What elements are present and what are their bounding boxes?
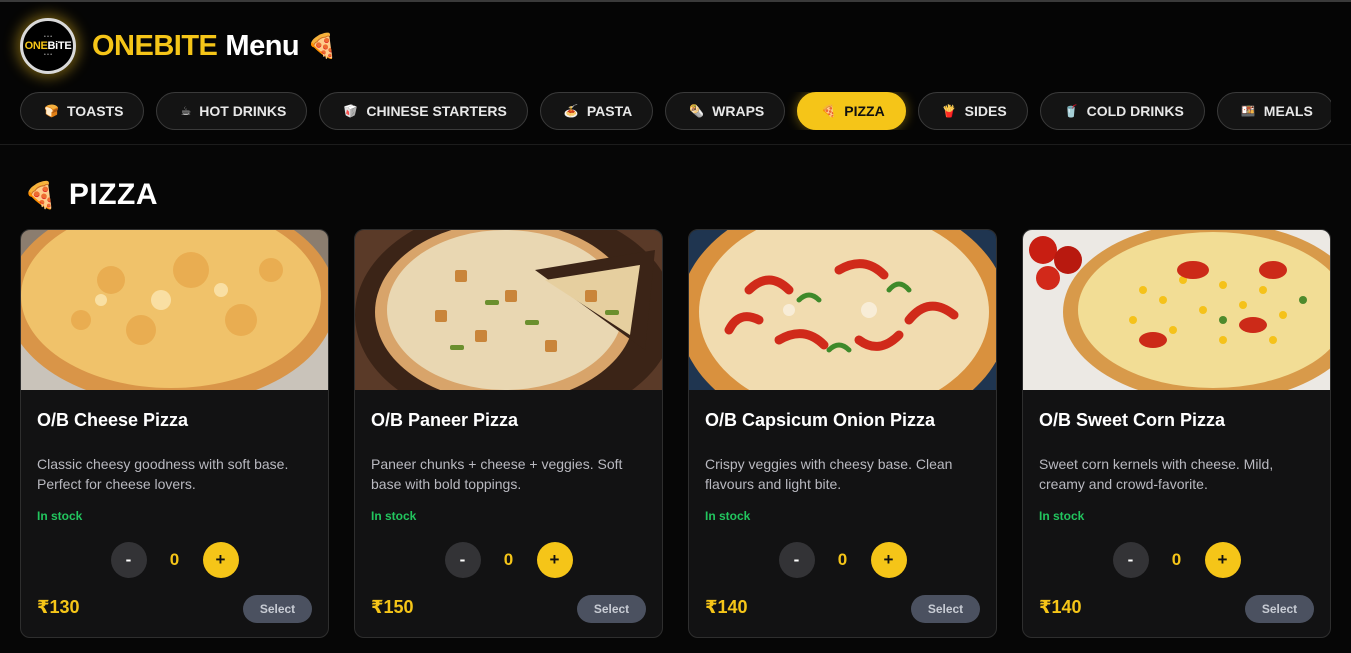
product-name: O/B Cheese Pizza bbox=[37, 410, 189, 430]
tab-label: SIDES bbox=[964, 103, 1007, 119]
site-header: • • • ONEBiTE • • • ONEBITE Menu 🍕 🍞 TOAS… bbox=[0, 2, 1351, 145]
page-title: ONEBITE Menu 🍕 bbox=[92, 30, 337, 63]
quantity-value: 0 bbox=[503, 550, 514, 569]
decrease-quantity-button[interactable]: - bbox=[444, 542, 481, 578]
decrease-quantity-button[interactable]: - bbox=[1112, 542, 1149, 578]
tab-label: WRAPS bbox=[712, 103, 765, 119]
section-title: PIZZA bbox=[68, 178, 159, 211]
select-button[interactable]: Select bbox=[243, 595, 312, 623]
title-menu-word: Menu bbox=[225, 29, 300, 62]
tab-icon: ☕ bbox=[180, 104, 192, 118]
brand[interactable]: • • • ONEBiTE • • • ONEBITE Menu 🍕 bbox=[20, 18, 337, 74]
tab-pizza[interactable]: 🍕 PIZZA bbox=[797, 92, 906, 130]
product-name: O/B Paneer Pizza bbox=[371, 410, 519, 430]
tab-sides[interactable]: 🍟 SIDES bbox=[917, 92, 1028, 130]
tab-icon: 🍞 bbox=[44, 104, 59, 118]
tab-toasts[interactable]: 🍞 TOASTS bbox=[20, 92, 145, 130]
quantity-stepper: - 0 + bbox=[689, 542, 996, 578]
product-description: Paneer chunks + cheese + veggies. Soft b… bbox=[371, 456, 623, 492]
tab-wraps[interactable]: 🌯 WRAPS bbox=[665, 92, 786, 130]
quantity-value: 0 bbox=[169, 550, 180, 569]
select-button[interactable]: Select bbox=[1245, 595, 1314, 623]
tab-pasta[interactable]: 🍝 PASTA bbox=[539, 92, 654, 130]
tab-label: TOASTS bbox=[66, 103, 124, 119]
quantity-value: 0 bbox=[1171, 550, 1182, 569]
product-card: O/B Capsicum Onion Pizza Crispy veggies … bbox=[688, 229, 997, 638]
tab-label: PIZZA bbox=[844, 103, 885, 119]
tab-icon: 🍟 bbox=[941, 104, 957, 118]
tab-label: PASTA bbox=[586, 103, 633, 119]
tab-icon: 🍕 bbox=[821, 104, 837, 118]
tab-icon: 🌯 bbox=[689, 104, 705, 118]
quantity-stepper: - 0 + bbox=[1023, 542, 1330, 578]
product-image bbox=[689, 230, 996, 390]
stock-status: In stock bbox=[1039, 509, 1085, 523]
product-image bbox=[355, 230, 662, 390]
product-price: ₹130 bbox=[37, 597, 80, 617]
stock-status: In stock bbox=[37, 509, 83, 523]
increase-quantity-button[interactable]: + bbox=[536, 542, 573, 578]
tab-chinese-starters[interactable]: 🥡 CHINESE STARTERS bbox=[319, 92, 528, 130]
tab-icon: 🍝 bbox=[563, 104, 579, 118]
tab-hot-drinks[interactable]: ☕ HOT DRINKS bbox=[156, 92, 308, 130]
decrease-quantity-button[interactable]: - bbox=[110, 542, 147, 578]
pizza-icon: 🍕 bbox=[307, 32, 337, 60]
decrease-quantity-button[interactable]: - bbox=[778, 542, 815, 578]
logo-wordmark: ONEBiTE bbox=[24, 40, 72, 52]
select-button[interactable]: Select bbox=[911, 595, 980, 623]
increase-quantity-button[interactable]: + bbox=[1204, 542, 1241, 578]
pizza-icon: 🍕 bbox=[24, 179, 57, 210]
product-price: ₹140 bbox=[705, 597, 748, 617]
increase-quantity-button[interactable]: + bbox=[202, 542, 239, 578]
product-card: O/B Paneer Pizza Paneer chunks + cheese … bbox=[354, 229, 663, 638]
product-grid: O/B Cheese Pizza Classic cheesy goodness… bbox=[20, 229, 1331, 638]
product-image bbox=[1023, 230, 1330, 390]
product-card: O/B Cheese Pizza Classic cheesy goodness… bbox=[20, 229, 329, 638]
tab-icon: 🥤 bbox=[1063, 104, 1079, 118]
product-image bbox=[21, 230, 328, 390]
product-price: ₹150 bbox=[371, 597, 414, 617]
tab-label: CHINESE STARTERS bbox=[366, 103, 507, 119]
product-name: O/B Capsicum Onion Pizza bbox=[705, 410, 936, 430]
onebite-logo[interactable]: • • • ONEBiTE • • • bbox=[20, 18, 76, 74]
category-tabs: 🍞 TOASTS ☕ HOT DRINKS 🥡 CHINESE STARTERS 🍝 PAST… bbox=[20, 92, 1331, 130]
select-button[interactable]: Select bbox=[577, 595, 646, 623]
quantity-value: 0 bbox=[837, 550, 848, 569]
tab-label: COLD DRINKS bbox=[1086, 103, 1184, 119]
product-price: ₹140 bbox=[1039, 597, 1082, 617]
product-description: Crispy veggies with cheesy base. Clean f… bbox=[705, 456, 953, 492]
section-heading: 🍕 PIZZA bbox=[24, 178, 158, 212]
stock-status: In stock bbox=[371, 509, 417, 523]
product-card: O/B Sweet Corn Pizza Sweet corn kernels … bbox=[1022, 229, 1331, 638]
stock-status: In stock bbox=[705, 509, 751, 523]
tab-icon: 🍱 bbox=[1240, 104, 1256, 118]
tab-icon: 🥡 bbox=[343, 104, 359, 118]
product-description: Sweet corn kernels with cheese. Mild, cr… bbox=[1039, 456, 1274, 492]
quantity-stepper: - 0 + bbox=[21, 542, 328, 578]
quantity-stepper: - 0 + bbox=[355, 542, 662, 578]
tab-label: MEALS bbox=[1263, 103, 1313, 119]
tab-cold-drinks[interactable]: 🥤 COLD DRINKS bbox=[1039, 92, 1205, 130]
tab-label: HOT DRINKS bbox=[199, 103, 287, 119]
product-description: Classic cheesy goodness with soft base. … bbox=[37, 456, 289, 492]
increase-quantity-button[interactable]: + bbox=[870, 542, 907, 578]
product-name: O/B Sweet Corn Pizza bbox=[1039, 410, 1226, 430]
tab-meals[interactable]: 🍱 MEALS bbox=[1216, 92, 1331, 130]
logo-ring-bottom: • • • bbox=[43, 52, 53, 58]
brand-name: ONEBITE bbox=[92, 29, 218, 62]
